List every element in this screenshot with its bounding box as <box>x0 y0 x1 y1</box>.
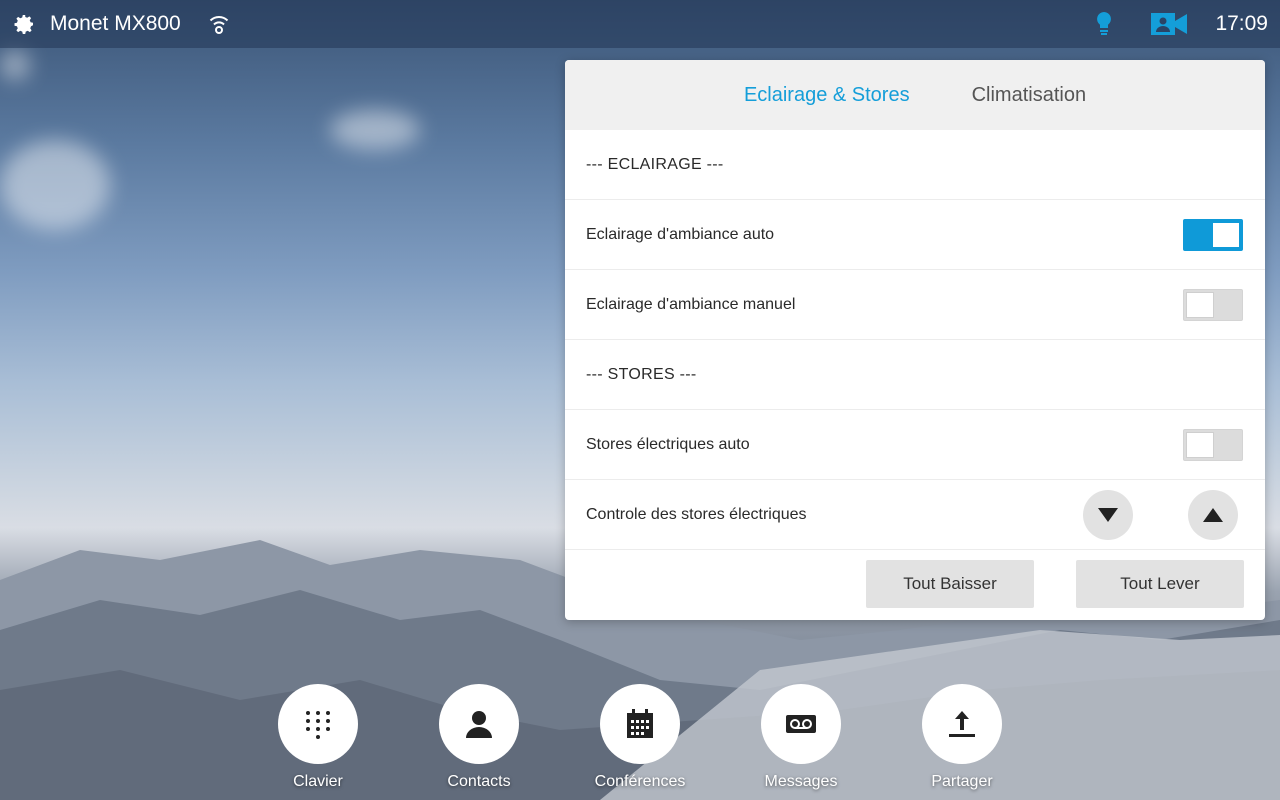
dock-item-messages[interactable]: Messages <box>741 684 861 791</box>
contacts-button[interactable] <box>439 684 519 764</box>
dock-item-share[interactable]: Partager <box>902 684 1022 791</box>
raise-all-button[interactable]: Tout Lever <box>1076 560 1244 608</box>
blinds-actions: Tout Baisser Tout Lever <box>565 550 1265 620</box>
video-camera-icon[interactable] <box>1151 13 1188 35</box>
blinds-down-button[interactable] <box>1083 490 1133 540</box>
ambient-manual-row: Eclairage d'ambiance manuel <box>565 270 1265 340</box>
gear-icon[interactable] <box>12 12 36 36</box>
device-name: Monet MX800 <box>50 12 181 35</box>
wifi-icon <box>209 16 228 34</box>
share-icon <box>949 711 975 737</box>
tab-air-conditioning[interactable]: Climatisation <box>972 84 1086 107</box>
arrow-up-icon <box>1203 508 1223 522</box>
dock-label-share: Partager <box>931 773 993 790</box>
tab-lighting-blinds[interactable]: Eclairage & Stores <box>744 84 910 107</box>
room-control-panel: Eclairage & Stores Climatisation --- ECL… <box>565 60 1265 620</box>
blinds-control-row: Controle des stores électriques <box>565 480 1265 550</box>
panel-tabs: Eclairage & Stores Climatisation <box>565 60 1265 130</box>
lightbulb-icon[interactable] <box>1093 11 1115 37</box>
dock-label-conferences: Conférences <box>594 773 686 790</box>
dock-item-conferences[interactable]: Conférences <box>580 684 700 791</box>
ambient-auto-row: Eclairage d'ambiance auto <box>565 200 1265 270</box>
keypad-button[interactable] <box>278 684 358 764</box>
calendar-icon <box>627 709 653 738</box>
share-button[interactable] <box>922 684 1002 764</box>
blinds-auto-toggle[interactable] <box>1183 429 1243 461</box>
dock-label-keypad: Clavier <box>293 773 343 790</box>
top-status-bar: Monet MX800 17:09 <box>0 0 1280 48</box>
ambient-auto-toggle[interactable] <box>1183 219 1243 251</box>
blinds-header-label: --- STORES --- <box>586 365 697 383</box>
dock-item-keypad[interactable]: Clavier <box>258 684 378 791</box>
blinds-auto-label: Stores électriques auto <box>586 435 750 453</box>
toggle-knob <box>1186 292 1214 318</box>
blinds-control-label: Controle des stores électriques <box>586 505 807 523</box>
contact-icon <box>466 711 492 738</box>
toggle-knob <box>1212 222 1240 248</box>
blinds-section-header: --- STORES --- <box>565 340 1265 410</box>
ambient-manual-label: Eclairage d'ambiance manuel <box>586 295 796 313</box>
bottom-dock: Clavier Contacts Conférences Messages Pa… <box>0 684 1280 800</box>
clock: 17:09 <box>1215 12 1268 35</box>
blinds-auto-row: Stores électriques auto <box>565 410 1265 480</box>
lower-all-button[interactable]: Tout Baisser <box>866 560 1034 608</box>
lighting-section-header: --- ECLAIRAGE --- <box>565 130 1265 200</box>
conferences-button[interactable] <box>600 684 680 764</box>
keypad-icon <box>306 711 330 739</box>
dock-label-messages: Messages <box>764 773 838 790</box>
dock-item-contacts[interactable]: Contacts <box>419 684 539 791</box>
messages-button[interactable] <box>761 684 841 764</box>
ambient-manual-toggle[interactable] <box>1183 289 1243 321</box>
ambient-auto-label: Eclairage d'ambiance auto <box>586 225 775 243</box>
arrow-down-icon <box>1098 508 1118 522</box>
dock-label-contacts: Contacts <box>447 773 511 790</box>
lighting-header-label: --- ECLAIRAGE --- <box>586 155 724 173</box>
blinds-up-button[interactable] <box>1188 490 1238 540</box>
toggle-knob <box>1186 432 1214 458</box>
voicemail-icon <box>786 715 816 733</box>
